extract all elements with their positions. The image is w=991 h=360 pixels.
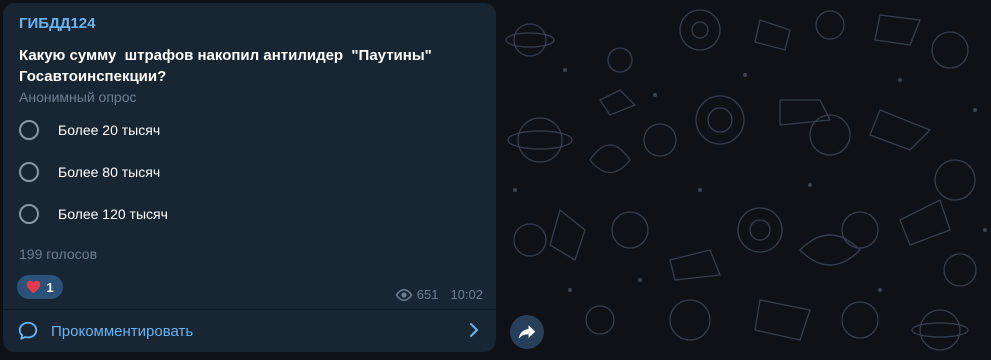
comment-bubble-icon xyxy=(17,320,39,342)
message-time: 10:02 xyxy=(450,287,483,302)
poll-option-3[interactable]: Более 120 тысяч xyxy=(19,202,168,226)
poll-option-label: Более 120 тысяч xyxy=(58,206,168,222)
poll-option-label: Более 80 тысяч xyxy=(58,164,161,180)
comment-button[interactable]: Прокомментировать xyxy=(3,310,496,352)
message-meta: 651 10:02 xyxy=(395,287,483,302)
poll-option-label: Более 20 тысяч xyxy=(58,122,161,138)
poll-type-label: Анонимный опрос xyxy=(19,89,137,105)
reaction-chip[interactable]: 1 xyxy=(17,275,63,299)
chevron-right-icon xyxy=(469,322,479,338)
radio-button[interactable] xyxy=(19,204,39,224)
poll-option-1[interactable]: Более 20 тысяч xyxy=(19,118,160,142)
share-arrow-icon xyxy=(518,325,536,339)
views-count: 651 xyxy=(416,287,439,302)
heart-icon xyxy=(27,280,41,294)
poll-message-bubble: ГИБДД124 Какую сумму штрафов накопил ант… xyxy=(3,3,496,352)
poll-question: Какую сумму штрафов накопил антилидер "П… xyxy=(19,47,436,85)
reaction-count: 1 xyxy=(46,279,54,295)
eye-icon xyxy=(395,288,413,301)
poll-option-2[interactable]: Более 80 тысяч xyxy=(19,160,160,184)
comment-label: Прокомментировать xyxy=(51,322,194,340)
channel-name[interactable]: ГИБДД124 xyxy=(19,15,95,32)
radio-button[interactable] xyxy=(19,162,39,182)
share-button[interactable] xyxy=(510,315,544,349)
radio-button[interactable] xyxy=(19,120,39,140)
votes-count: 199 голосов xyxy=(19,246,98,262)
